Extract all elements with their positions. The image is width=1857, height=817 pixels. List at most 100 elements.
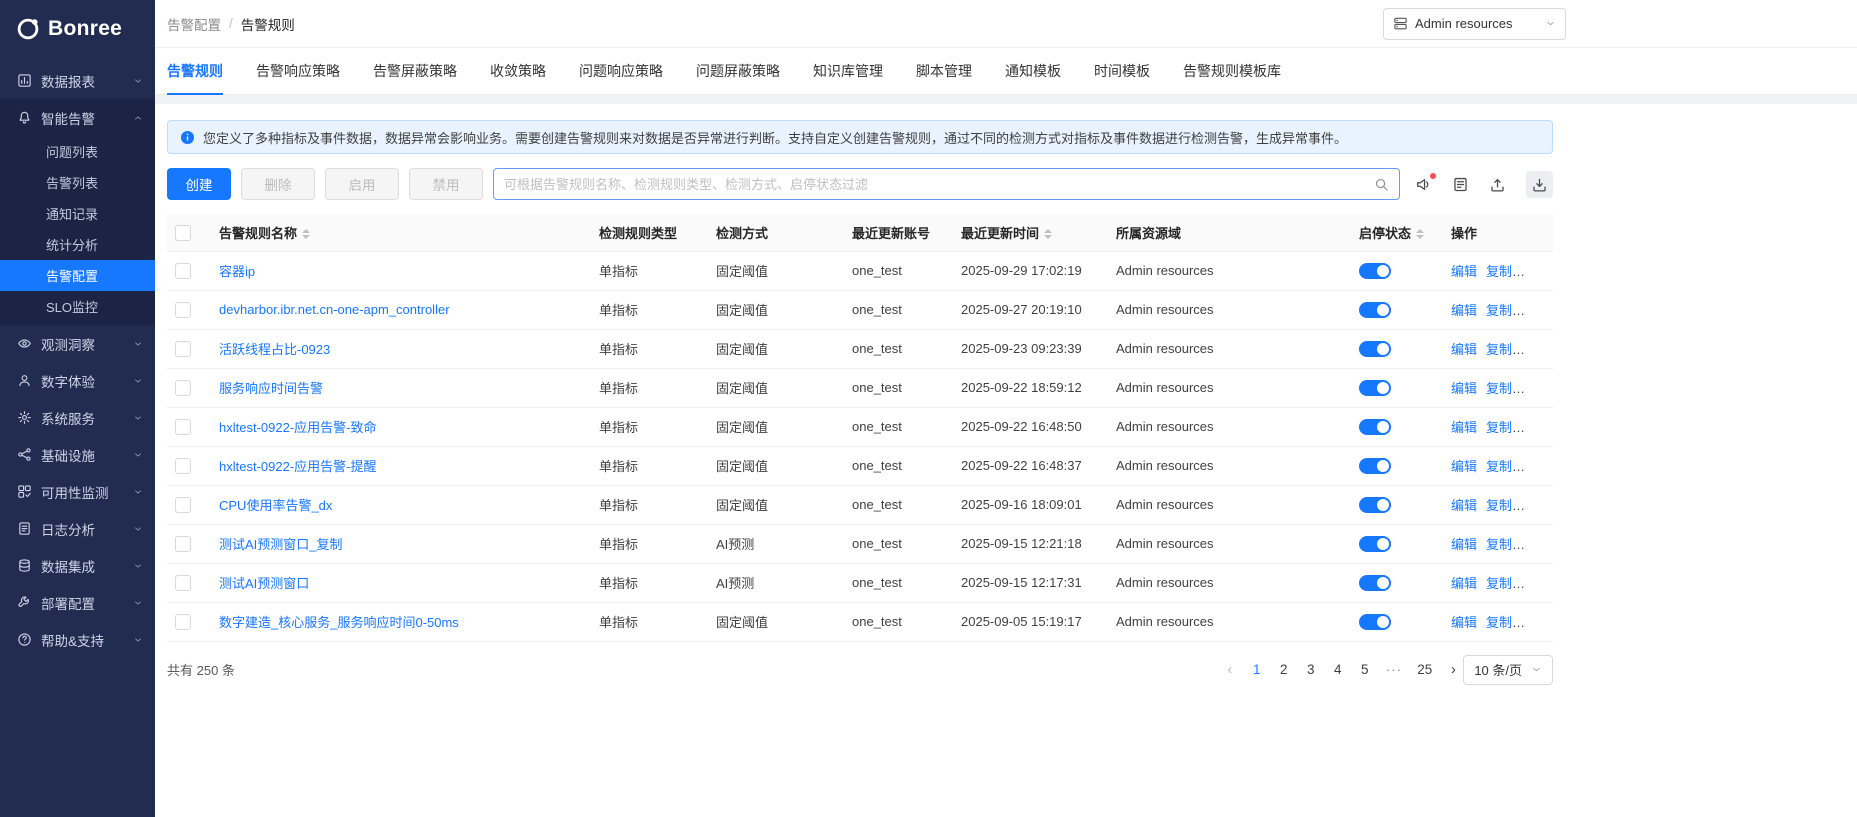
sidebar-item-infrastructure[interactable]: 基础设施 — [0, 436, 155, 473]
tab-alert-mask-policy[interactable]: 告警屏蔽策略 — [373, 48, 457, 94]
status-toggle[interactable] — [1359, 496, 1391, 513]
announcement-icon[interactable] — [1415, 172, 1436, 193]
sidebar-item-smart-alerts[interactable]: 智能告警 — [0, 99, 155, 136]
tab-alert-rules[interactable]: 告警规则 — [167, 48, 223, 95]
rule-name-link[interactable]: 活跃线程占比-0923 — [219, 342, 330, 357]
sidebar-item-log-analysis[interactable]: 日志分析 — [0, 510, 155, 547]
search-icon[interactable] — [1374, 177, 1389, 192]
sidebar-item-system-services[interactable]: 系统服务 — [0, 399, 155, 436]
status-toggle[interactable] — [1359, 613, 1391, 630]
sidebar-item-deployment-config[interactable]: 部署配置 — [0, 584, 155, 621]
tab-alert-rule-template-library[interactable]: 告警规则模板库 — [1183, 48, 1281, 94]
rule-name-link[interactable]: devharbor.ibr.net.cn-one-apm_controller — [219, 302, 450, 317]
status-toggle[interactable] — [1359, 262, 1391, 279]
status-toggle[interactable] — [1359, 574, 1391, 591]
export-icon[interactable] — [1526, 170, 1553, 198]
page-button-4[interactable]: 4 — [1332, 662, 1344, 677]
row-checkbox[interactable] — [175, 457, 191, 474]
operation-log-icon[interactable] — [1452, 176, 1469, 193]
op-edit-link[interactable]: 编辑 — [1451, 459, 1477, 474]
sidebar-item-data-reports[interactable]: 数据报表 — [0, 62, 155, 99]
sort-icon[interactable] — [302, 229, 311, 240]
rule-name-link[interactable]: hxltest-0922-应用告警-提醒 — [219, 459, 376, 474]
rule-name-link[interactable]: hxltest-0922-应用告警-致命 — [219, 420, 376, 435]
rule-name-link[interactable]: 数字建造_核心服务_服务响应时间0-50ms — [219, 615, 459, 630]
op-copy-link[interactable]: 复制 — [1486, 459, 1512, 474]
page-button-2[interactable]: 2 — [1278, 662, 1290, 677]
sort-icon[interactable] — [1044, 229, 1053, 240]
resource-selector[interactable]: Admin resources — [1383, 7, 1566, 40]
op-copy-link[interactable]: 复制 — [1486, 576, 1512, 591]
op-edit-link[interactable]: 编辑 — [1451, 264, 1477, 279]
sidebar-item-digital-experience[interactable]: 数字体验 — [0, 362, 155, 399]
delete-button[interactable]: 删除 — [241, 168, 315, 200]
rule-name-link[interactable]: 容器ip — [219, 264, 255, 279]
tab-knowledge-base[interactable]: 知识库管理 — [813, 48, 883, 94]
tab-problem-response-policy[interactable]: 问题响应策略 — [579, 48, 663, 94]
op-edit-link[interactable]: 编辑 — [1451, 615, 1477, 630]
page-button-5[interactable]: 5 — [1359, 662, 1371, 677]
op-edit-link[interactable]: 编辑 — [1451, 381, 1477, 396]
rule-name-link[interactable]: CPU使用率告警_dx — [219, 498, 332, 513]
sidebar-subitem-alert-list[interactable]: 告警列表 — [0, 167, 155, 198]
page-button-1[interactable]: 1 — [1251, 662, 1263, 677]
op-edit-link[interactable]: 编辑 — [1451, 498, 1477, 513]
op-edit-link[interactable]: 编辑 — [1451, 342, 1477, 357]
brand-logo[interactable]: Bonree — [0, 0, 155, 58]
tab-script-management[interactable]: 脚本管理 — [916, 48, 972, 94]
rule-name-link[interactable]: 测试AI预测窗口 — [219, 576, 309, 591]
create-button[interactable]: 创建 — [167, 168, 231, 200]
row-checkbox[interactable] — [175, 574, 191, 591]
op-copy-link[interactable]: 复制 — [1486, 537, 1512, 552]
sidebar-subitem-statistical-analysis[interactable]: 统计分析 — [0, 229, 155, 260]
page-button-3[interactable]: 3 — [1305, 662, 1317, 677]
op-copy-link[interactable]: 复制 — [1486, 498, 1512, 513]
op-copy-link[interactable]: 复制 — [1486, 264, 1512, 279]
sidebar-item-help-support[interactable]: 帮助&支持 — [0, 621, 155, 658]
row-checkbox[interactable] — [175, 262, 191, 279]
op-copy-link[interactable]: 复制 — [1486, 342, 1512, 357]
tab-alert-response-policy[interactable]: 告警响应策略 — [256, 48, 340, 94]
breadcrumb-item-parent[interactable]: 告警配置 — [167, 14, 221, 34]
sidebar-item-data-integration[interactable]: 数据集成 — [0, 547, 155, 584]
next-page-button[interactable]: › — [1447, 661, 1459, 678]
row-checkbox[interactable] — [175, 535, 191, 552]
sidebar-subitem-problem-list[interactable]: 问题列表 — [0, 136, 155, 167]
row-checkbox[interactable] — [175, 379, 191, 396]
sidebar-item-availability-monitoring[interactable]: 可用性监测 — [0, 473, 155, 510]
op-copy-link[interactable]: 复制 — [1486, 381, 1512, 396]
row-checkbox[interactable] — [175, 418, 191, 435]
op-copy-link[interactable]: 复制 — [1486, 615, 1512, 630]
sidebar-subitem-alert-config[interactable]: 告警配置 — [0, 260, 155, 291]
status-toggle[interactable] — [1359, 379, 1391, 396]
status-toggle[interactable] — [1359, 418, 1391, 435]
row-checkbox[interactable] — [175, 613, 191, 630]
row-checkbox[interactable] — [175, 496, 191, 513]
disable-button[interactable]: 禁用 — [409, 168, 483, 200]
sidebar-subitem-notification-records[interactable]: 通知记录 — [0, 198, 155, 229]
status-toggle[interactable] — [1359, 340, 1391, 357]
op-copy-link[interactable]: 复制 — [1486, 303, 1512, 318]
status-toggle[interactable] — [1359, 535, 1391, 552]
row-checkbox[interactable] — [175, 301, 191, 318]
search-input[interactable] — [504, 176, 1374, 192]
tab-convergence-policy[interactable]: 收敛策略 — [490, 48, 546, 94]
row-checkbox[interactable] — [175, 340, 191, 357]
page-button-25[interactable]: 25 — [1417, 662, 1432, 677]
sidebar-item-observation-insight[interactable]: 观测洞察 — [0, 325, 155, 362]
page-ellipsis[interactable]: ··· — [1386, 662, 1403, 677]
prev-page-button[interactable]: ‹ — [1224, 661, 1236, 678]
import-icon[interactable] — [1489, 176, 1506, 193]
op-edit-link[interactable]: 编辑 — [1451, 576, 1477, 591]
rule-name-link[interactable]: 服务响应时间告警 — [219, 381, 323, 396]
op-edit-link[interactable]: 编辑 — [1451, 537, 1477, 552]
status-toggle[interactable] — [1359, 457, 1391, 474]
select-all-checkbox[interactable] — [175, 224, 191, 241]
op-edit-link[interactable]: 编辑 — [1451, 303, 1477, 318]
sidebar-subitem-slo-monitoring[interactable]: SLO监控 — [0, 291, 155, 322]
page-size-selector[interactable]: 10 条/页 — [1463, 654, 1553, 685]
sort-icon[interactable] — [1416, 229, 1425, 240]
op-edit-link[interactable]: 编辑 — [1451, 420, 1477, 435]
tab-problem-mask-policy[interactable]: 问题屏蔽策略 — [696, 48, 780, 94]
tab-time-template[interactable]: 时间模板 — [1094, 48, 1150, 94]
